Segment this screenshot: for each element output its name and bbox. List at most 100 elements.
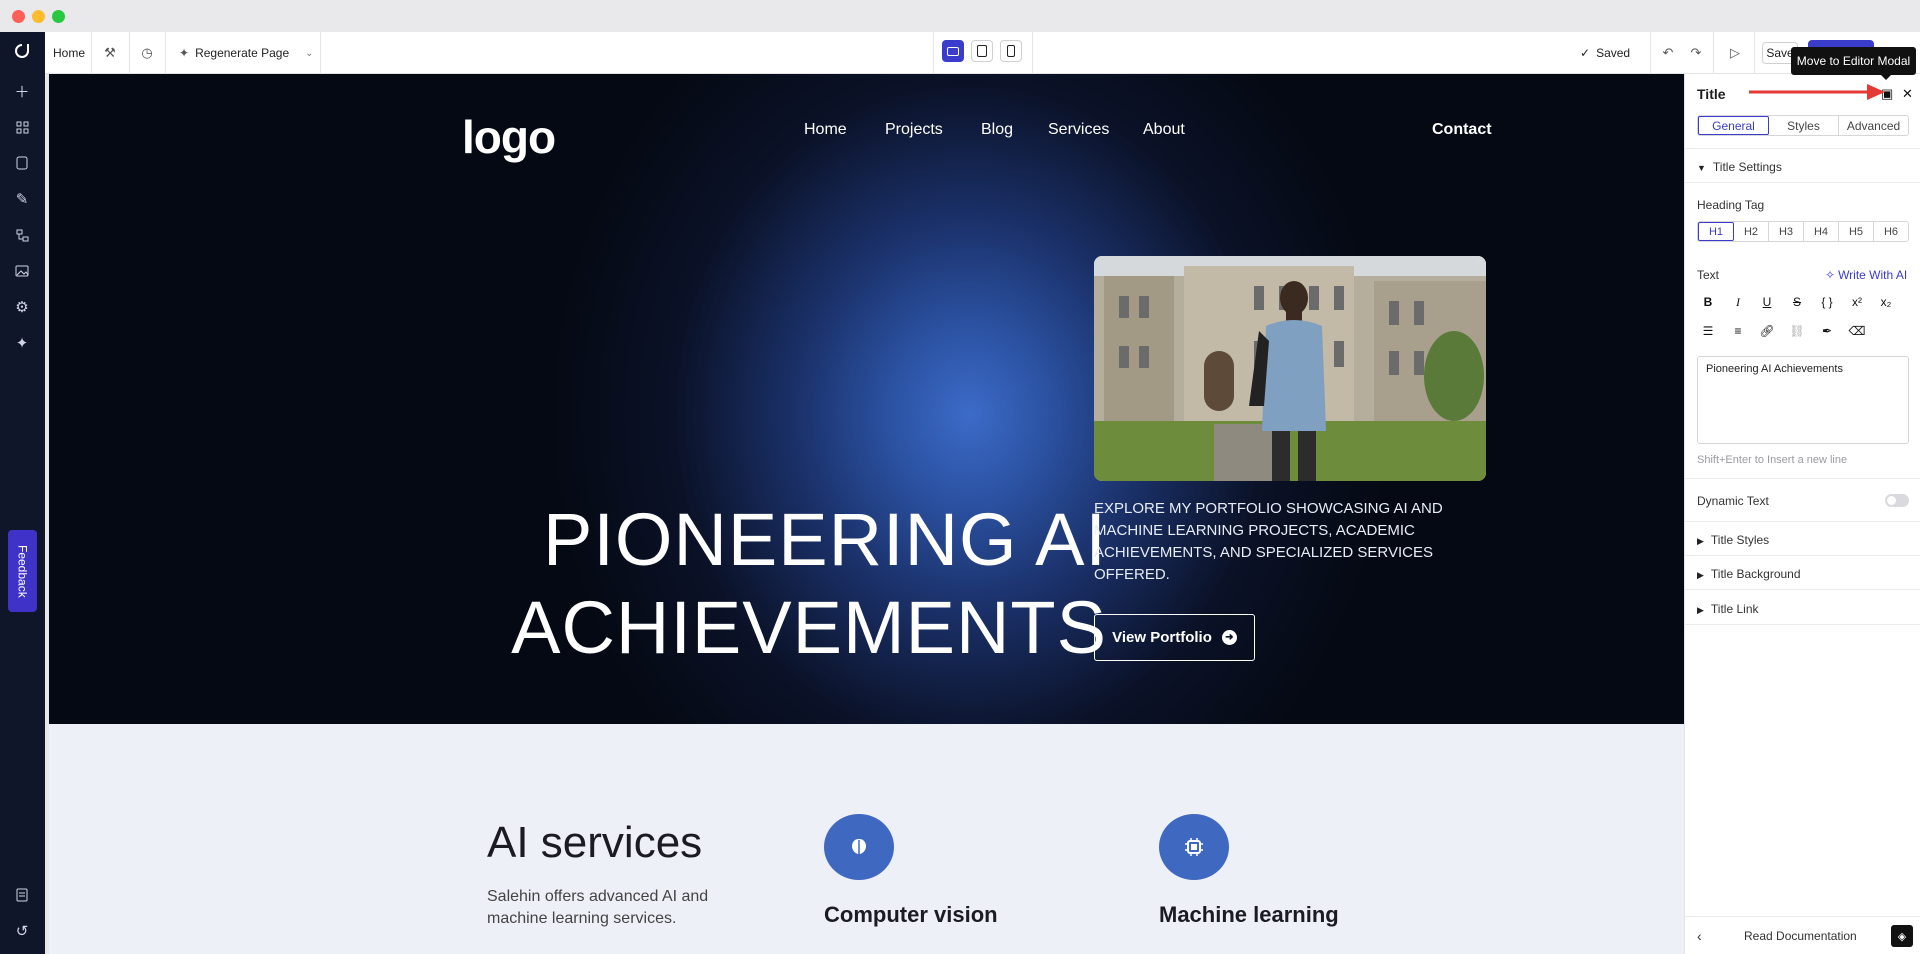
feedback-button[interactable]: Feedback <box>8 530 37 612</box>
image-icon[interactable] <box>11 260 33 282</box>
subscript-icon[interactable]: x₂ <box>1877 293 1895 311</box>
text-label: Text <box>1697 268 1720 282</box>
bold-icon[interactable]: B <box>1699 293 1717 311</box>
heading-tag-h2[interactable]: H2 <box>1734 222 1769 241</box>
clear-format-icon[interactable]: ⌫ <box>1848 322 1866 340</box>
service-machine-learning[interactable]: Machine learning <box>1159 902 1339 928</box>
clock-icon[interactable]: ◷ <box>138 44 156 62</box>
color-picker-icon[interactable]: ✒ <box>1818 322 1836 340</box>
italic-icon[interactable]: I <box>1729 293 1747 311</box>
divider <box>1713 32 1714 74</box>
page-icon[interactable] <box>11 152 33 174</box>
saved-label: Saved <box>1596 46 1631 60</box>
preview-play-icon[interactable]: ▷ <box>1726 44 1744 62</box>
nav-blog[interactable]: Blog <box>981 121 1013 139</box>
left-sidebar: ＋ ✎ ⚙ ✦ Feedback ↺ <box>0 32 45 954</box>
heading-tag-h4[interactable]: H4 <box>1804 222 1839 241</box>
docs-icon[interactable] <box>11 884 33 906</box>
sitemap-icon[interactable] <box>11 224 33 246</box>
divider <box>1685 624 1920 625</box>
mobile-view-button[interactable] <box>1000 40 1022 62</box>
desktop-view-button[interactable] <box>942 40 964 62</box>
underline-icon[interactable]: U <box>1758 293 1776 311</box>
close-window-button[interactable] <box>12 10 25 23</box>
heading-tag-h5[interactable]: H5 <box>1839 222 1874 241</box>
heading-tag-h3[interactable]: H3 <box>1769 222 1804 241</box>
close-icon[interactable]: ✕ <box>1902 86 1913 102</box>
wrench-icon[interactable]: ⚒ <box>101 44 119 62</box>
redo-icon[interactable]: ↷ <box>1687 44 1705 62</box>
view-portfolio-button[interactable]: View Portfolio ➜ <box>1094 614 1255 661</box>
title-link-section[interactable]: ▶ Title Link <box>1697 602 1759 616</box>
title-settings-label: Title Settings <box>1712 160 1782 174</box>
ai-sparkle-icon[interactable]: ✦ <box>11 332 33 354</box>
code-icon[interactable]: { } <box>1818 293 1836 311</box>
grid-icon[interactable] <box>11 116 33 138</box>
nav-services[interactable]: Services <box>1048 121 1109 139</box>
history-icon[interactable]: ↺ <box>11 920 33 942</box>
nav-about[interactable]: About <box>1143 121 1185 139</box>
unlink-icon[interactable]: ⛓︎ <box>1788 322 1806 340</box>
hero-title[interactable]: PIONEERING AI ACHIEVEMENTS <box>349 496 1107 672</box>
zoom-window-button[interactable] <box>52 10 65 23</box>
nav-home[interactable]: Home <box>804 121 847 139</box>
chevron-down-icon: ⌄ <box>305 47 314 59</box>
undo-icon[interactable]: ↶ <box>1659 44 1677 62</box>
hero-description[interactable]: EXPLORE MY PORTFOLIO SHOWCASING AI AND M… <box>1094 498 1454 586</box>
title-background-label: Title Background <box>1710 567 1801 581</box>
settings-icon[interactable]: ⚙ <box>11 296 33 318</box>
heading-tag-h6[interactable]: H6 <box>1874 222 1908 241</box>
strikethrough-icon[interactable]: S <box>1788 293 1806 311</box>
dynamic-text-toggle[interactable] <box>1885 494 1909 507</box>
divider <box>1685 478 1920 479</box>
title-background-section[interactable]: ▶ Title Background <box>1697 567 1801 581</box>
plus-icon[interactable]: ＋ <box>11 80 33 102</box>
minimize-window-button[interactable] <box>32 10 45 23</box>
service-computer-vision[interactable]: Computer vision <box>824 902 998 928</box>
page-name[interactable]: Home <box>53 32 85 74</box>
title-styles-label: Title Styles <box>1710 533 1770 547</box>
layers-icon[interactable]: ◈ <box>1891 925 1913 947</box>
sparkle-icon: ✦ <box>179 46 190 60</box>
saved-status: ✓ Saved <box>1580 32 1630 74</box>
chevron-left-icon[interactable]: ‹ <box>1697 928 1702 944</box>
hero-section[interactable]: logo Home Projects Blog Services About C… <box>49 74 1684 724</box>
hero-photo[interactable] <box>1094 256 1486 481</box>
sparkle-icon: ✧ <box>1825 268 1836 282</box>
window-titlebar <box>0 0 1920 32</box>
nav-projects[interactable]: Projects <box>885 121 943 139</box>
title-text-input[interactable]: Pioneering AI Achievements <box>1697 356 1909 444</box>
check-icon: ✓ <box>1580 46 1591 60</box>
heading-tag-h1[interactable]: H1 <box>1698 222 1734 241</box>
link-icon[interactable]: 🔗︎ <box>1758 322 1776 340</box>
divider <box>1685 182 1920 183</box>
write-with-ai-button[interactable]: ✧ Write With AI <box>1825 268 1907 282</box>
bullet-list-icon[interactable]: ☰ <box>1699 322 1717 340</box>
superscript-icon[interactable]: x² <box>1848 293 1866 311</box>
tools-icon[interactable]: ✎ <box>11 188 33 210</box>
title-settings-section[interactable]: ▼ Title Settings <box>1697 160 1782 174</box>
panel-title: Title <box>1697 86 1726 102</box>
divider <box>1032 32 1033 74</box>
view-portfolio-label: View Portfolio <box>1112 629 1212 646</box>
title-styles-section[interactable]: ▶ Title Styles <box>1697 533 1769 547</box>
settings-panel: Title ▣ ✕ General Styles Advanced ▼ Title… <box>1684 74 1920 954</box>
tab-styles[interactable]: Styles <box>1769 116 1839 135</box>
read-documentation-link[interactable]: Read Documentation <box>1744 929 1857 943</box>
regenerate-label: Regenerate Page <box>195 46 290 60</box>
site-logo[interactable]: logo <box>462 110 556 164</box>
logo-icon[interactable] <box>11 40 33 62</box>
services-description[interactable]: Salehin offers advanced AI and machine l… <box>487 886 767 930</box>
regenerate-page-button[interactable]: ✦ Regenerate Page ⌄ <box>179 32 314 74</box>
numbered-list-icon[interactable]: ≡ <box>1729 322 1747 340</box>
divider <box>1650 32 1651 74</box>
page-canvas: logo Home Projects Blog Services About C… <box>49 74 1684 954</box>
services-title[interactable]: AI services <box>487 818 702 868</box>
caret-right-icon: ▶ <box>1697 536 1704 546</box>
tab-advanced[interactable]: Advanced <box>1839 116 1908 135</box>
divider <box>165 32 166 74</box>
divider <box>91 32 92 74</box>
nav-contact[interactable]: Contact <box>1432 121 1492 139</box>
tab-general[interactable]: General <box>1698 116 1769 135</box>
tablet-view-button[interactable] <box>971 40 993 62</box>
